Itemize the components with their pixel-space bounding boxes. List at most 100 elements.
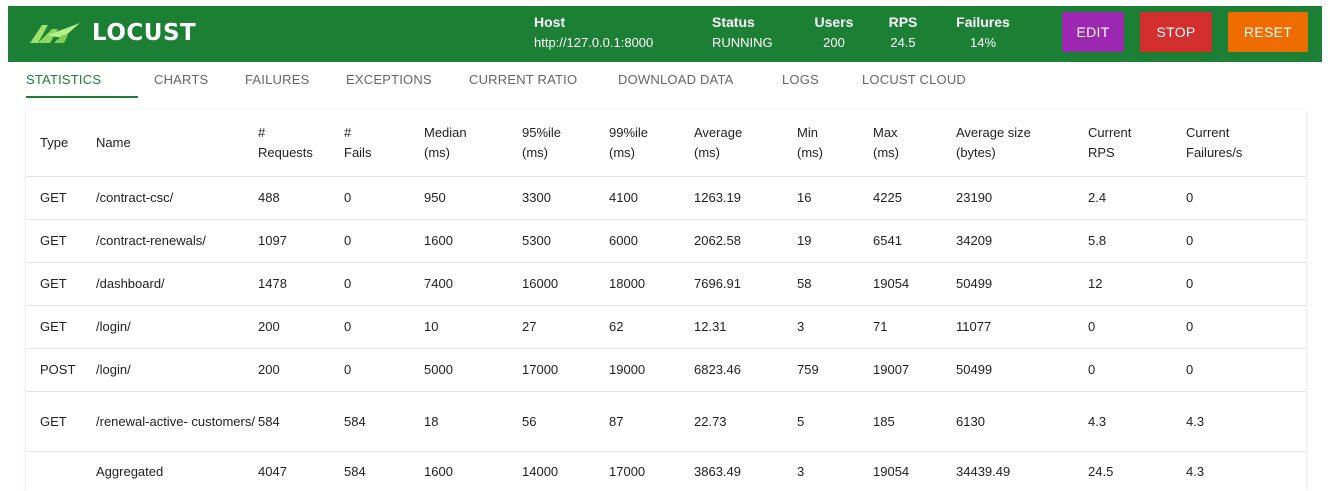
cell-average: 1263.19 [694,176,797,220]
cell-max: 6541 [873,219,956,263]
cell-current-failures: 4.3 [1186,391,1306,452]
cell-requests: 4047 [258,463,287,479]
edit-button[interactable]: EDIT [1062,12,1124,52]
column-header-text: Max [873,124,898,140]
column-header-text: Average [694,124,743,140]
cell-average: 22.73 [694,391,797,452]
cell-current-rps: 0 [1088,348,1186,392]
cell-avg-size: 50499 [956,348,1088,392]
cell-type: GET [26,262,94,306]
cell-min: 759 [797,348,873,392]
column-header-p99[interactable]: 99%ile (ms) [609,110,694,177]
cell-avg-size: 6130 [956,391,1088,452]
cell-median: 5000 [424,348,522,392]
tab-failures[interactable]: FAILURES [245,72,309,87]
cell-min: 3 [797,463,805,479]
column-header-requests[interactable]: # Requests [258,110,344,177]
cell-median: 1600 [424,463,453,479]
column-header-text: Name [96,134,131,150]
cell-median: 18 [424,391,522,452]
host-value: http://127.0.0.1:8000 [534,35,654,50]
column-header-median[interactable]: Median (ms) [424,110,522,177]
cell-average: 7696.91 [694,262,797,306]
cell-fails: 0 [344,219,424,263]
status-label: Status [712,14,755,30]
cell-requests: 200 [258,305,344,349]
cell-min: 5 [797,391,873,452]
column-header-text: Type [40,134,69,150]
cell-current-failures: 0 [1186,176,1306,220]
cell-type: GET [26,391,94,452]
cell-current-rps: 0 [1088,305,1186,349]
rps-label: RPS [888,14,918,30]
column-header-text: 99%ile [609,124,649,140]
locust-logo: LOCUST [28,20,196,46]
cell-name: Aggregated [96,463,164,479]
table-row: GET/renewal-active- customers/584 584 18 56… [26,391,1306,452]
column-header-text: Failures/s [1186,144,1243,160]
cell-p99: 4100 [609,176,694,220]
host-stat: Host http://127.0.0.1:8000 [534,14,653,50]
tab-locust-cloud[interactable]: LOCUST CLOUD [862,72,966,87]
cell-avg-size: 34209 [956,219,1088,263]
cell-type: GET [26,176,94,220]
column-header-text: # [258,124,266,140]
tab-exceptions[interactable]: EXCEPTIONS [346,72,432,87]
cell-max: 4225 [873,176,956,220]
tab-logs[interactable]: LOGS [782,72,819,87]
cell-avg-size: 11077 [956,305,1088,349]
column-header-min[interactable]: Min (ms) [797,110,873,177]
cell-average: 12.31 [694,305,797,349]
cell-avg-size: 50499 [956,262,1088,306]
logo-text: LOCUST [92,20,197,46]
cell-current-rps: 12 [1088,262,1186,306]
failures-stat: Failures 14% [948,14,1018,50]
cell-current-rps: 2.4 [1088,176,1186,220]
aggregated-row: Aggregated 4047 584 1600 14000 17000 3863.49 3 1… [26,451,1306,491]
failures-value: 14% [969,35,997,50]
column-header-text: (ms) [522,144,548,160]
tab-current-ratio[interactable]: CURRENT RATIO [469,72,577,87]
cell-fails: 0 [344,305,424,349]
cell-median: 10 [424,305,522,349]
table-row: GET/login/200 0 10 27 62 12.31 3 71 11077 0 0 [26,305,1306,349]
cell-median: 7400 [424,262,522,306]
failures-label: Failures [956,14,1010,30]
table-row: GET/contract-renewals/1097 0 1600 5300 6000 2… [26,219,1306,263]
cell-current-rps: 4.3 [1088,391,1186,452]
rps-value: 24.5 [890,35,916,50]
column-header-name[interactable]: Name [94,110,258,177]
table-row: POST/login/200 0 5000 17000 19000 6823.46 759 1… [26,348,1306,392]
stop-button[interactable]: STOP [1140,12,1212,52]
statistics-table: Type Name # Requests # Fails Median (ms) 95%ile (… [26,110,1306,491]
column-header-text: Average size [956,124,1031,140]
tab-download-data[interactable]: DOWNLOAD DATA [618,72,734,87]
cell-p95: 16000 [522,262,609,306]
column-header-text: Median [424,124,467,140]
cell-current-rps: 24.5 [1088,463,1114,479]
column-header-average[interactable]: Average (ms) [694,110,797,177]
table-header-row: Type Name # Requests # Fails Median (ms) 95%ile (… [26,110,1306,177]
column-header-type[interactable]: Type [26,110,94,177]
cell-type: GET [26,219,94,263]
column-header-text: # [344,124,352,140]
cell-requests: 488 [258,176,344,220]
column-header-avg-size[interactable]: Average size (bytes) [956,110,1088,177]
column-header-p95[interactable]: 95%ile (ms) [522,110,609,177]
cell-average: 6823.46 [694,348,797,392]
column-header-max[interactable]: Max (ms) [873,110,956,177]
column-header-text: Current [1186,124,1230,140]
column-header-current-failures[interactable]: Current Failures/s [1186,110,1306,177]
cell-current-failures: 0 [1186,262,1306,306]
cell-median: 1600 [424,219,522,263]
column-header-current-rps[interactable]: Current RPS [1088,110,1186,177]
tab-charts[interactable]: CHARTS [154,72,208,87]
column-header-text: RPS [1088,144,1115,160]
cell-current-failures: 0 [1186,219,1306,263]
column-header-fails[interactable]: # Fails [344,110,424,177]
cell-p99: 19000 [609,348,694,392]
cell-current-failures: 0 [1186,348,1306,392]
cell-name: /login/ [94,305,258,349]
reset-button[interactable]: RESET [1228,12,1308,52]
tab-statistics[interactable]: STATISTICS [26,72,101,87]
